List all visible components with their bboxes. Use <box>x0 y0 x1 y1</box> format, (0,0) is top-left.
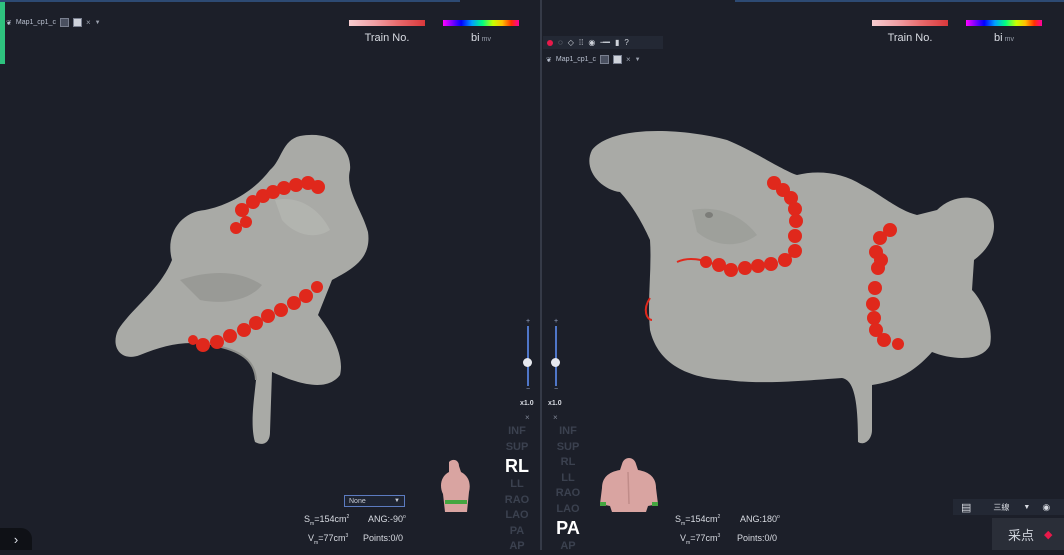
layout-icon[interactable]: ▤ <box>961 501 971 514</box>
view-orientation-list-left: INF SUP RL LL RAO LAO PA AP <box>497 424 537 555</box>
view-option-inf[interactable]: INF <box>497 424 537 440</box>
points-right: Points:0/0 <box>737 533 778 543</box>
zoom-out-icon[interactable]: − <box>524 386 532 393</box>
surface-area-right: Sm=154cm2 <box>675 514 721 527</box>
volume-left: Vm=77cm3 <box>308 533 349 546</box>
view-option-lao[interactable]: LAO <box>548 502 588 518</box>
pin-icon: ◆ <box>1044 527 1053 541</box>
slider-knob[interactable] <box>551 358 560 367</box>
slider-track[interactable] <box>555 326 557 386</box>
view-option-sup[interactable]: SUP <box>497 440 537 456</box>
zoom-in-icon[interactable]: + <box>524 318 532 325</box>
acquire-point-button[interactable]: 采点 ◆ <box>992 518 1064 550</box>
chevron-down-icon: ▼ <box>394 498 400 504</box>
surface-area-left: Sm=154cm2 <box>304 514 350 527</box>
zoom-level-right: x1.0 <box>548 400 562 407</box>
zoom-out-icon[interactable]: − <box>552 386 560 393</box>
slider-knob[interactable] <box>523 358 532 367</box>
close-icon[interactable]: × <box>525 413 530 422</box>
chevron-down-icon[interactable]: ▼ <box>1023 504 1030 511</box>
view-option-ll[interactable]: LL <box>497 477 537 493</box>
map-filter-dropdown[interactable]: None ▼ <box>344 495 405 507</box>
view-option-ap[interactable]: AP <box>548 539 588 555</box>
layout-label[interactable]: 三線 <box>993 502 1009 513</box>
volume-right: Vm=77cm3 <box>680 533 721 546</box>
angle-left: ANG:-90o <box>368 514 406 524</box>
view-option-rao[interactable]: RAO <box>548 486 588 502</box>
eye-icon[interactable]: ◉ <box>1042 502 1050 513</box>
view-option-rl[interactable]: RL <box>497 455 537 477</box>
points-left: Points:0/0 <box>363 533 404 543</box>
angle-right: ANG:180o <box>740 514 780 524</box>
zoom-slider-left[interactable]: + − <box>523 318 532 394</box>
zoom-in-icon[interactable]: + <box>552 318 560 325</box>
view-option-pa[interactable]: PA <box>548 517 588 539</box>
torso-orientation-icon-left[interactable] <box>435 458 475 514</box>
view-option-ll[interactable]: LL <box>548 471 588 487</box>
expand-panel-button[interactable]: › <box>0 528 32 550</box>
view-option-rl[interactable]: RL <box>548 455 588 471</box>
chevron-right-icon: › <box>13 531 19 547</box>
view-option-rao[interactable]: RAO <box>497 493 537 509</box>
view-option-pa[interactable]: PA <box>497 524 537 540</box>
view-option-sup[interactable]: SUP <box>548 440 588 456</box>
view-option-ap[interactable]: AP <box>497 539 537 555</box>
acquire-point-label: 采点 <box>1008 528 1035 544</box>
zoom-level-left: x1.0 <box>520 400 534 407</box>
slider-track[interactable] <box>527 326 529 386</box>
close-icon[interactable]: × <box>553 413 558 422</box>
view-orientation-list-right: INF SUP RL LL RAO LAO PA AP <box>548 424 588 555</box>
view-option-lao[interactable]: LAO <box>497 508 537 524</box>
layout-panel: ▤ 三線 ▼ ◉ <box>953 499 1064 515</box>
zoom-slider-right[interactable]: + − <box>551 318 560 394</box>
torso-orientation-icon-right[interactable] <box>592 456 664 512</box>
dropdown-value: None <box>349 497 366 505</box>
view-option-inf[interactable]: INF <box>548 424 588 440</box>
